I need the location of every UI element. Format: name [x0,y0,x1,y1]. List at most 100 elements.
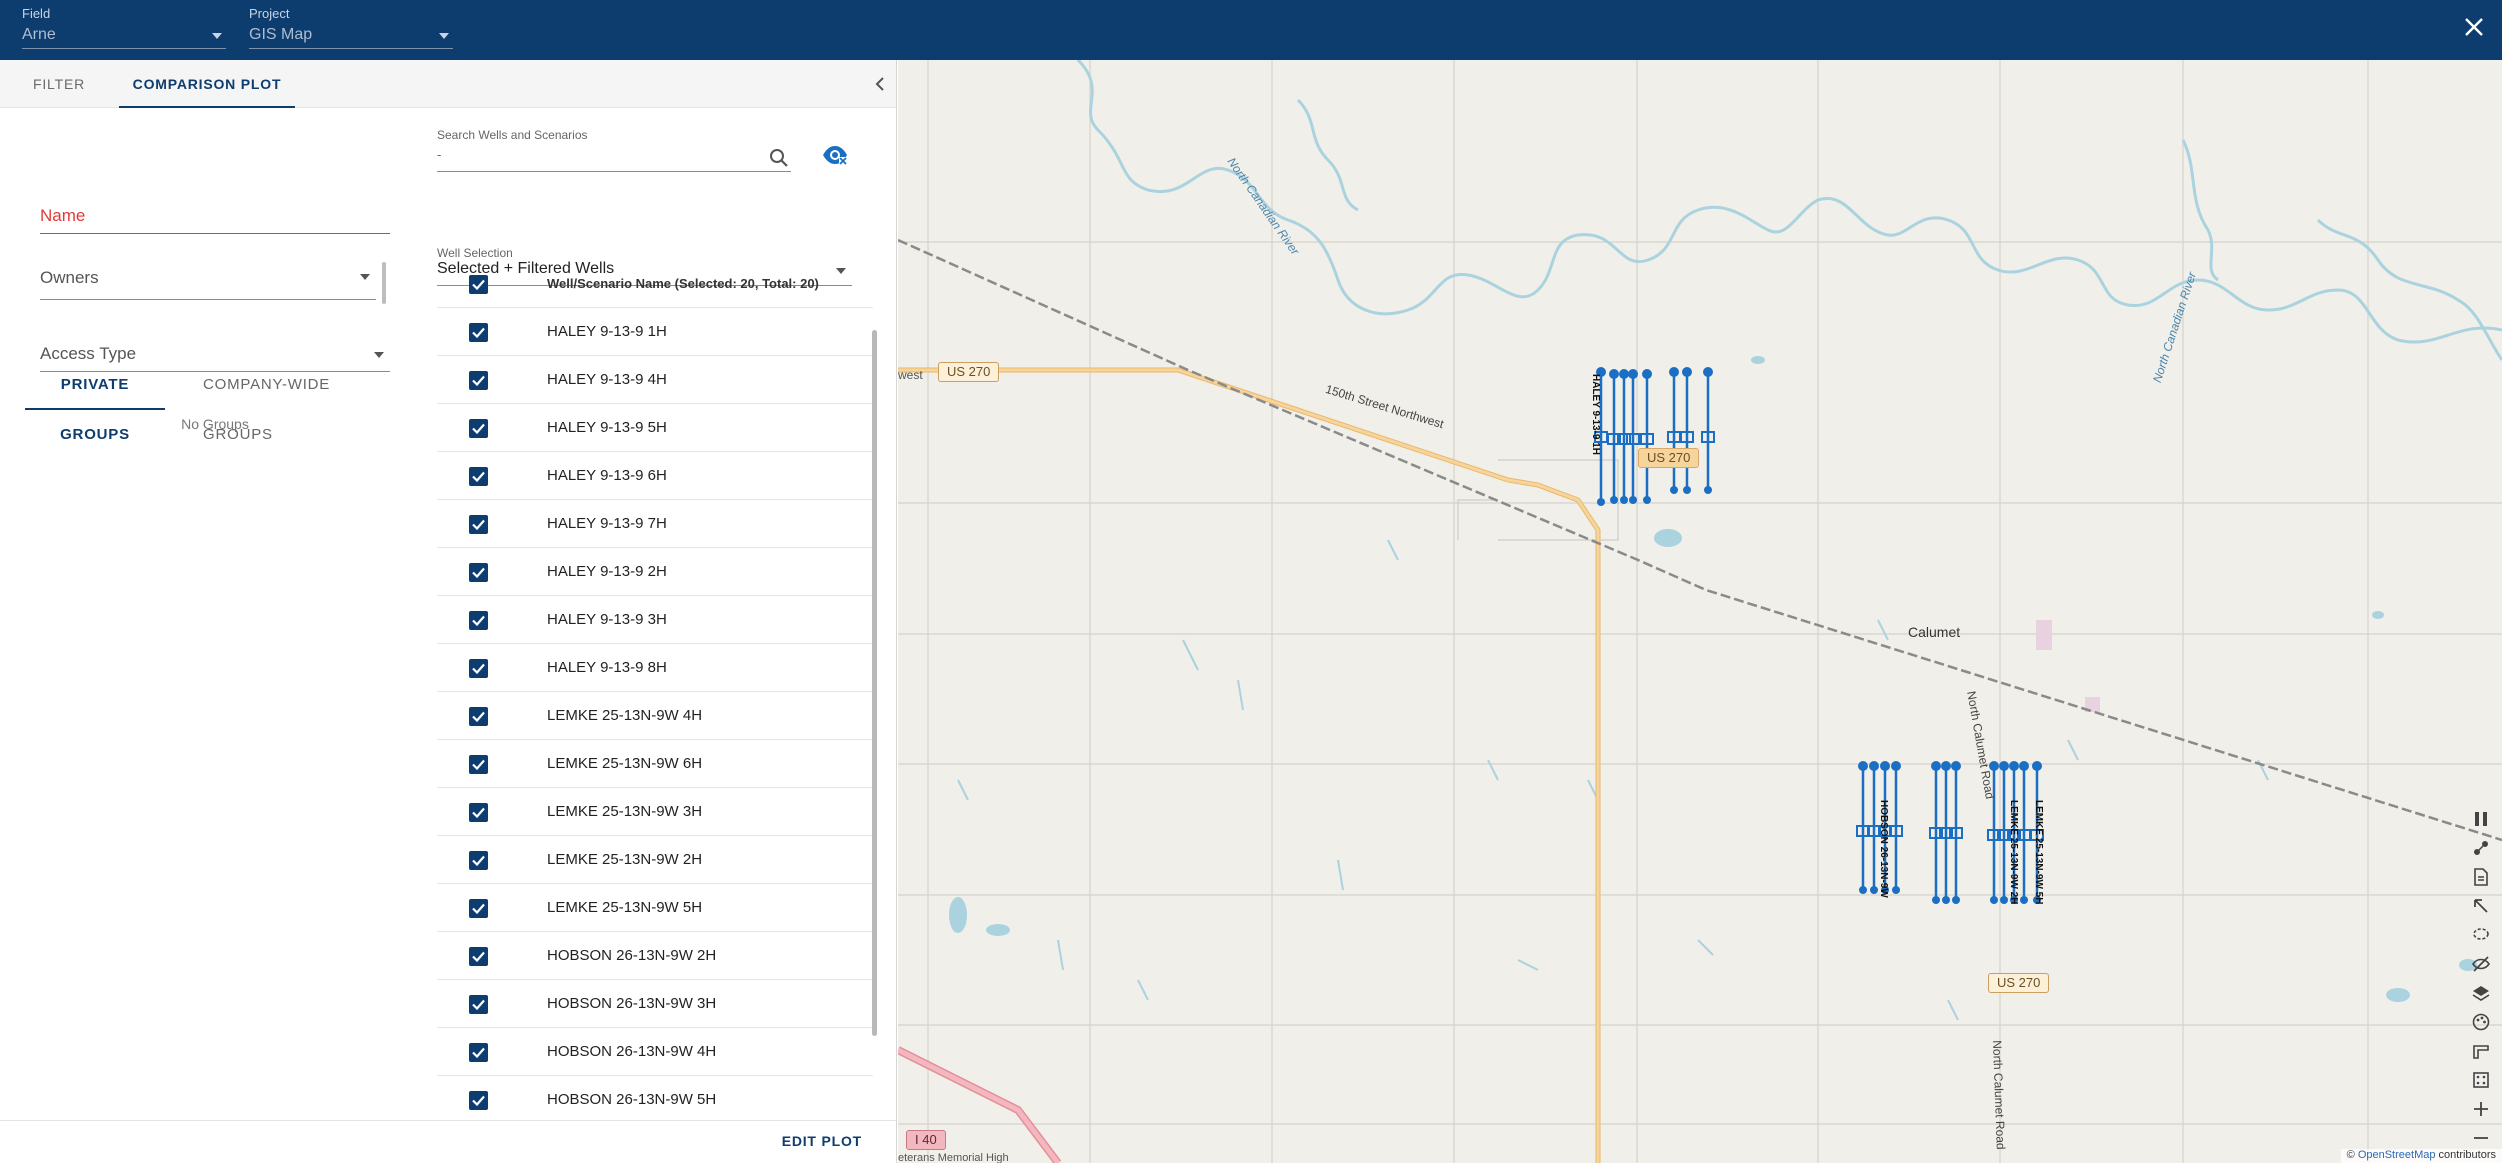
well-label: LEMKE 25-13N-9W 5H [2033,800,2044,905]
row-checkbox[interactable] [469,995,488,1014]
well-name: HALEY 9-13-9 4H [547,371,667,388]
field-dropdown[interactable]: Arne [22,23,226,49]
table-row[interactable]: LEMKE 25-13N-9W 4H [437,692,873,740]
select-all-checkbox[interactable] [469,275,488,294]
hide-icon[interactable] [2460,950,2502,979]
table-row[interactable]: HALEY 9-13-9 2H [437,548,873,596]
chevron-down-icon [360,274,370,280]
table-row[interactable]: HOBSON 26-13N-9W 2H [437,932,873,980]
document-icon[interactable] [2460,863,2502,892]
row-checkbox[interactable] [469,707,488,726]
field-label: Field [22,6,51,21]
search-value: - [437,147,442,162]
map-toolbar [2460,805,2502,1163]
table-row[interactable]: HOBSON 26-13N-9W 5H [437,1076,873,1114]
layers-icon[interactable] [2460,979,2502,1008]
row-checkbox[interactable] [469,803,488,822]
well-name: LEMKE 25-13N-9W 4H [547,707,703,724]
no-groups-text: No Groups [181,416,249,432]
table-row[interactable]: HALEY 9-13-9 3H [437,596,873,644]
well-name: LEMKE 25-13N-9W 6H [547,755,703,772]
table-row[interactable]: HALEY 9-13-9 6H [437,452,873,500]
name-field[interactable]: Name [40,204,390,234]
close-icon[interactable] [2460,14,2488,42]
palette-icon[interactable] [2460,1008,2502,1037]
table-row[interactable]: LEMKE 25-13N-9W 5H [437,884,873,932]
row-checkbox[interactable] [469,1043,488,1062]
row-checkbox[interactable] [469,611,488,630]
owners-select[interactable]: Owners [40,268,376,300]
grid-icon[interactable] [2460,1066,2502,1095]
table-header-label: Well/Scenario Name (Selected: 20, Total:… [547,276,819,291]
well-name: LEMKE 25-13N-9W 5H [547,899,703,916]
table-row[interactable]: LEMKE 25-13N-9W 6H [437,740,873,788]
lasso-icon[interactable] [2460,921,2502,950]
row-checkbox[interactable] [469,515,488,534]
side-panel: FILTER COMPARISON PLOT Name Owners Acces… [0,60,897,1163]
search-wells[interactable]: Search Wells and Scenarios - [437,128,791,172]
table-scrollbar[interactable] [872,330,877,1036]
well-marker[interactable] [1667,367,1681,494]
row-checkbox[interactable] [469,947,488,966]
project-select[interactable]: Project GIS Map [249,6,453,49]
table-row[interactable]: LEMKE 25-13N-9W 3H [437,788,873,836]
table-row[interactable]: HALEY 9-13-9 4H [437,356,873,404]
well-selection-label: Well Selection [437,246,513,260]
table-row[interactable]: HALEY 9-13-9 1H [437,308,873,356]
well-name: HOBSON 26-13N-9W 4H [547,1043,717,1060]
row-checkbox[interactable] [469,755,488,774]
row-checkbox[interactable] [469,899,488,918]
tab-filter[interactable]: FILTER [14,60,104,108]
well-marker[interactable] [1701,367,1715,494]
visibility-toggle-icon[interactable] [822,144,848,171]
zoom-out-icon[interactable] [2460,1124,2502,1153]
tab-comparison-plot[interactable]: COMPARISON PLOT [119,60,295,108]
search-input[interactable]: - [437,146,791,172]
table-row[interactable]: HOBSON 26-13N-9W 4H [437,1028,873,1076]
edit-plot-button[interactable]: EDIT PLOT [782,1133,862,1149]
table-row[interactable]: HALEY 9-13-9 5H [437,404,873,452]
row-checkbox[interactable] [469,371,488,390]
table-row[interactable]: HOBSON 26-13N-9W 3H [437,980,873,1028]
road-label: eterans Memorial High [898,1152,1009,1163]
collapse-panel-icon[interactable] [870,72,890,96]
points-icon[interactable] [2460,834,2502,863]
well-name: HALEY 9-13-9 6H [547,467,667,484]
row-checkbox[interactable] [469,659,488,678]
row-checkbox[interactable] [469,419,488,438]
well-name: LEMKE 25-13N-9W 2H [547,851,703,868]
chevron-down-icon [439,33,449,39]
row-checkbox[interactable] [469,1091,488,1110]
i40-shield: I 40 [906,1130,946,1150]
field-select[interactable]: Field Arne [22,6,226,49]
row-checkbox[interactable] [469,563,488,582]
well-label: HOBSON 26-13N-9W [1878,800,1889,898]
well-name: LEMKE 25-13N-9W 3H [547,803,703,820]
osm-link[interactable]: OpenStreetMap [2358,1149,2436,1161]
search-icon[interactable] [769,148,789,173]
table-row[interactable]: LEMKE 25-13N-9W 2H [437,836,873,884]
well-name: HOBSON 26-13N-9W 3H [547,995,717,1012]
well-markers-layer [1594,367,2044,904]
chevron-down-icon [212,33,222,39]
groups-tabs: PRIVATE GROUPS COMPANY-WIDE GROUPS [25,360,405,443]
row-checkbox[interactable] [469,467,488,486]
row-checkbox[interactable] [469,323,488,342]
tab-company-wide-groups[interactable]: COMPANY-WIDE GROUPS [203,360,403,443]
pause-icon[interactable] [2460,805,2502,834]
row-checkbox[interactable] [469,851,488,870]
ruler-icon[interactable] [2460,1037,2502,1066]
well-marker[interactable] [1680,367,1694,494]
zoom-in-icon[interactable] [2460,1095,2502,1124]
owners-scrollbar[interactable] [382,262,386,304]
well-marker[interactable] [1626,369,1640,504]
table-row[interactable]: HALEY 9-13-9 7H [437,500,873,548]
tab-private-groups[interactable]: PRIVATE GROUPS [25,360,165,443]
project-dropdown[interactable]: GIS Map [249,23,453,49]
table-row[interactable]: HALEY 9-13-9 8H [437,644,873,692]
project-value: GIS Map [249,26,313,43]
arrow-icon[interactable] [2460,892,2502,921]
map-view[interactable]: North Canadian River North Canadian Rive… [898,60,2502,1163]
table-header: Well/Scenario Name (Selected: 20, Total:… [437,260,873,308]
well-marker[interactable] [1640,369,1654,504]
